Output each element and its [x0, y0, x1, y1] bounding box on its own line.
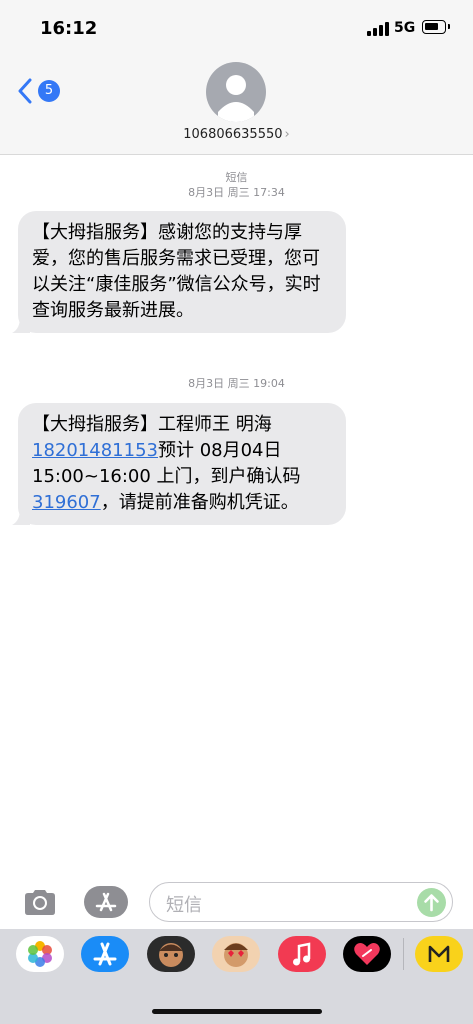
send-button[interactable]: [417, 888, 446, 917]
app-store-button[interactable]: [84, 886, 128, 918]
photos-icon[interactable]: [16, 936, 64, 972]
timestamp: 8月3日 周三 17:34: [188, 186, 285, 199]
input-bar: 短信: [0, 880, 473, 928]
app-store-icon: [95, 892, 117, 912]
message-meta: 短信 8月3日 周三 17:34: [0, 170, 473, 200]
battery-icon: [422, 20, 450, 34]
signal-icon: [367, 22, 389, 36]
chevron-left-icon: [18, 78, 32, 104]
app-icon[interactable]: [415, 936, 463, 972]
avatar[interactable]: [206, 62, 266, 122]
app-drawer: [0, 929, 473, 1024]
bubble-tail: [12, 509, 30, 525]
unread-badge: 5: [38, 80, 60, 102]
status-time: 16:12: [40, 18, 98, 39]
message-input[interactable]: 短信: [149, 882, 453, 922]
code-link[interactable]: 319607: [32, 492, 101, 513]
chevron-right-icon: ›: [284, 127, 290, 142]
network-type: 5G: [394, 20, 416, 36]
phone-link[interactable]: 18201481153: [32, 440, 158, 461]
message-meta: 8月3日 周三 19:04: [0, 376, 473, 391]
bubble-tail: [12, 317, 30, 333]
status-bar: 16:12 5G: [0, 0, 473, 58]
contact-number: 106806635550: [183, 127, 283, 142]
back-button[interactable]: 5: [18, 76, 68, 106]
divider: [403, 938, 404, 970]
message-text: 【大拇指服务】感谢您的支持与厚爱，您的售后服务需求已受理，您可以关注“康佳服务”…: [32, 222, 321, 321]
timestamp: 8月3日 周三 19:04: [188, 377, 285, 390]
service-label: 短信: [225, 171, 248, 184]
digital-touch-icon[interactable]: [343, 936, 391, 972]
contact-name[interactable]: 106806635550 ›: [0, 127, 473, 142]
home-indicator: [152, 1009, 322, 1014]
conversation-header: 5 106806635550 ›: [0, 58, 473, 155]
music-icon[interactable]: [278, 936, 326, 972]
app-store-icon[interactable]: [81, 936, 129, 972]
message-bubble[interactable]: 【大拇指服务】感谢您的支持与厚爱，您的售后服务需求已受理，您可以关注“康佳服务”…: [12, 211, 346, 333]
camera-icon[interactable]: [22, 888, 58, 916]
memoji-icon[interactable]: [147, 936, 195, 972]
message-text: 【大拇指服务】工程师王 明海: [32, 414, 272, 435]
message-text: ，请提前准备购机凭证。: [100, 492, 299, 513]
arrow-up-icon: [424, 894, 439, 912]
input-placeholder: 短信: [166, 895, 202, 916]
person-icon: [218, 75, 254, 122]
message-bubble[interactable]: 【大拇指服务】工程师王 明海18201481153预计 08月04日 15:00…: [12, 403, 346, 525]
animoji-icon[interactable]: [212, 936, 260, 972]
